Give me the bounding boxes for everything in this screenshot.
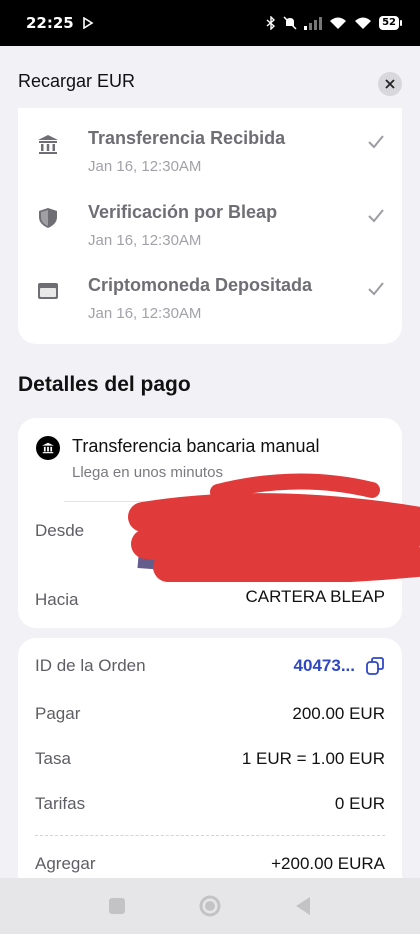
- mute-icon: [283, 16, 297, 30]
- fees-value: 0 EUR: [334, 794, 385, 813]
- rate-value: 1 EUR = 1.00 EUR: [241, 749, 385, 768]
- play-store-icon: [82, 17, 94, 29]
- add-value: +200.00 EURA: [271, 854, 385, 873]
- copy-icon[interactable]: [365, 656, 385, 676]
- wallet-icon: [38, 283, 58, 299]
- battery-icon: 52: [379, 16, 402, 30]
- home-icon[interactable]: [198, 894, 222, 918]
- close-button[interactable]: [378, 72, 402, 96]
- step-time: Jan 16, 12:30AM: [88, 232, 202, 249]
- from-label: Desde: [35, 521, 85, 540]
- to-value: CARTERA BLEAP: [245, 587, 385, 606]
- check-icon: [368, 209, 384, 223]
- battery-level: 52: [379, 16, 399, 30]
- system-nav-bar: [0, 878, 420, 934]
- shield-icon: [39, 208, 57, 228]
- dashed-divider: [35, 835, 385, 836]
- wifi-icon: [355, 17, 372, 29]
- status-icons: 52: [266, 16, 402, 30]
- order-id-label: ID de la Orden: [35, 656, 146, 675]
- status-bar: 22:25 52: [0, 0, 420, 46]
- bluetooth-icon: [266, 16, 276, 30]
- status-time: 22:25: [26, 14, 74, 32]
- step-time: Jan 16, 12:30AM: [88, 305, 202, 322]
- step-verification: Verificación por Bleap Jan 16, 12:30AM: [36, 196, 386, 256]
- status-steps-card: Transferencia Recibida Jan 16, 12:30AM V…: [18, 108, 402, 344]
- payment-details-card: Transferencia bancaria manual Llega en u…: [18, 418, 420, 628]
- payment-method: Transferencia bancaria manual: [72, 436, 320, 456]
- top-bar: Recargar EUR: [0, 46, 420, 116]
- check-icon: [368, 135, 384, 149]
- fees-label: Tarifas: [35, 794, 86, 813]
- step-title: Criptomoneda Depositada: [88, 275, 313, 295]
- redaction-scribble: [128, 473, 420, 582]
- back-icon[interactable]: [294, 896, 312, 916]
- check-icon: [368, 282, 384, 296]
- to-label: Hacia: [35, 590, 79, 609]
- step-time: Jan 16, 12:30AM: [88, 158, 202, 175]
- bank-icon: [38, 135, 58, 154]
- pay-value: 200.00 EUR: [292, 704, 385, 723]
- order-summary-card: ID de la Orden 40473... Pagar 200.00 EUR…: [18, 638, 402, 898]
- add-label: Agregar: [35, 854, 96, 873]
- pay-label: Pagar: [35, 704, 81, 723]
- step-transfer-received: Transferencia Recibida Jan 16, 12:30AM: [36, 122, 386, 182]
- order-id-copy[interactable]: 40473...: [294, 656, 385, 676]
- payment-details-heading: Detalles del pago: [18, 373, 191, 396]
- close-icon: [385, 79, 395, 89]
- rate-label: Tasa: [35, 749, 71, 768]
- signal-icon: [304, 17, 323, 30]
- order-id-value: 40473...: [293, 656, 355, 675]
- step-crypto-deposited: Criptomoneda Depositada Jan 16, 12:30AM: [36, 269, 386, 329]
- wifi-calling-icon: [330, 17, 347, 29]
- page-title: Recargar EUR: [18, 70, 136, 91]
- step-title: Transferencia Recibida: [88, 128, 286, 148]
- recents-icon[interactable]: [108, 897, 126, 915]
- bank-transfer-icon: [36, 436, 60, 460]
- step-title: Verificación por Bleap: [88, 202, 278, 222]
